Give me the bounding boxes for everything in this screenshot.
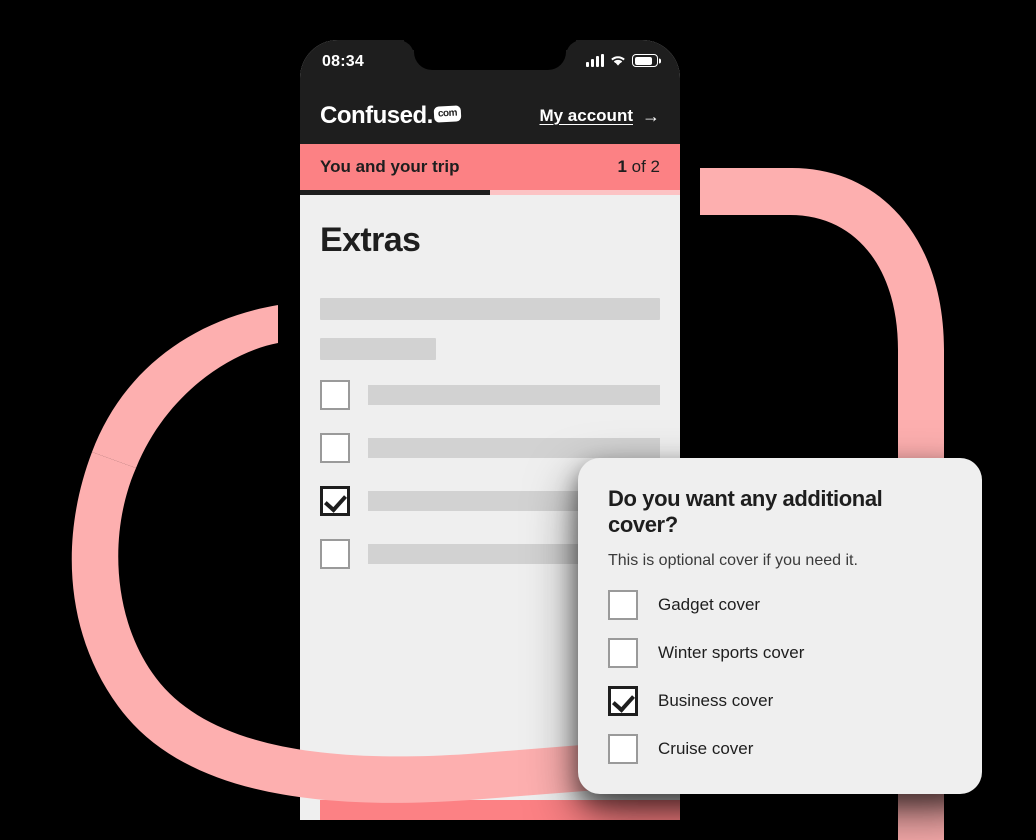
confused-logo: Confused. com: [320, 102, 462, 130]
signal-bars-icon: [586, 54, 604, 67]
step-counter: 1 of 2: [617, 157, 660, 177]
app-bar: Confused. com My account →: [300, 88, 680, 144]
skeleton-label: [368, 438, 660, 458]
cover-option-winter-sports[interactable]: Winter sports cover: [608, 638, 952, 668]
status-icons: [586, 52, 658, 67]
skeleton-line: [320, 338, 436, 360]
checkbox-unchecked-icon[interactable]: [320, 433, 350, 463]
cta-block: [320, 800, 680, 820]
cover-option-label: Business cover: [658, 691, 774, 710]
cover-option-cruise[interactable]: Cruise cover: [608, 734, 952, 764]
my-account-link[interactable]: My account →: [539, 106, 660, 126]
step-header: You and your trip 1 of 2: [300, 144, 680, 190]
my-account-label: My account: [539, 106, 633, 125]
phone-status-bar: 08:34: [300, 40, 680, 88]
step-title: You and your trip: [320, 157, 460, 176]
card-subtitle: This is optional cover if you need it.: [608, 552, 858, 569]
page-title: Extras: [320, 221, 421, 259]
additional-cover-card: Do you want any additional cover? This i…: [578, 458, 982, 794]
ribbon-left-arc-upper: [92, 258, 278, 468]
cover-option-gadget[interactable]: Gadget cover: [608, 590, 952, 620]
arrow-right-icon: →: [642, 106, 660, 126]
skeleton-label: [368, 385, 660, 405]
logo-com-badge: com: [433, 105, 462, 123]
checkbox-checked-icon[interactable]: [608, 686, 638, 716]
cover-option-label: Cruise cover: [658, 739, 754, 758]
cover-option-label: Winter sports cover: [658, 643, 805, 662]
phone-option-row[interactable]: [320, 380, 660, 410]
checkbox-checked-icon[interactable]: [320, 486, 350, 516]
checkbox-unchecked-icon[interactable]: [320, 539, 350, 569]
card-title: Do you want any additional cover?: [608, 486, 883, 537]
phone-notch: [398, 40, 582, 70]
checkbox-unchecked-icon[interactable]: [608, 734, 638, 764]
illustration-stage: 08:34 Confused. com My account → You and…: [0, 0, 1036, 840]
checkbox-unchecked-icon[interactable]: [608, 638, 638, 668]
step-total: of 2: [626, 157, 660, 176]
cover-option-business[interactable]: Business cover: [608, 686, 952, 716]
checkbox-unchecked-icon[interactable]: [320, 380, 350, 410]
wifi-icon: [611, 56, 625, 66]
logo-wordmark: Confused.: [320, 102, 433, 129]
skeleton-line: [320, 298, 660, 320]
cover-option-label: Gadget cover: [658, 595, 761, 614]
step-current: 1: [617, 157, 627, 176]
checkbox-unchecked-icon[interactable]: [608, 590, 638, 620]
status-time: 08:34: [322, 53, 364, 70]
battery-icon: [632, 54, 658, 67]
